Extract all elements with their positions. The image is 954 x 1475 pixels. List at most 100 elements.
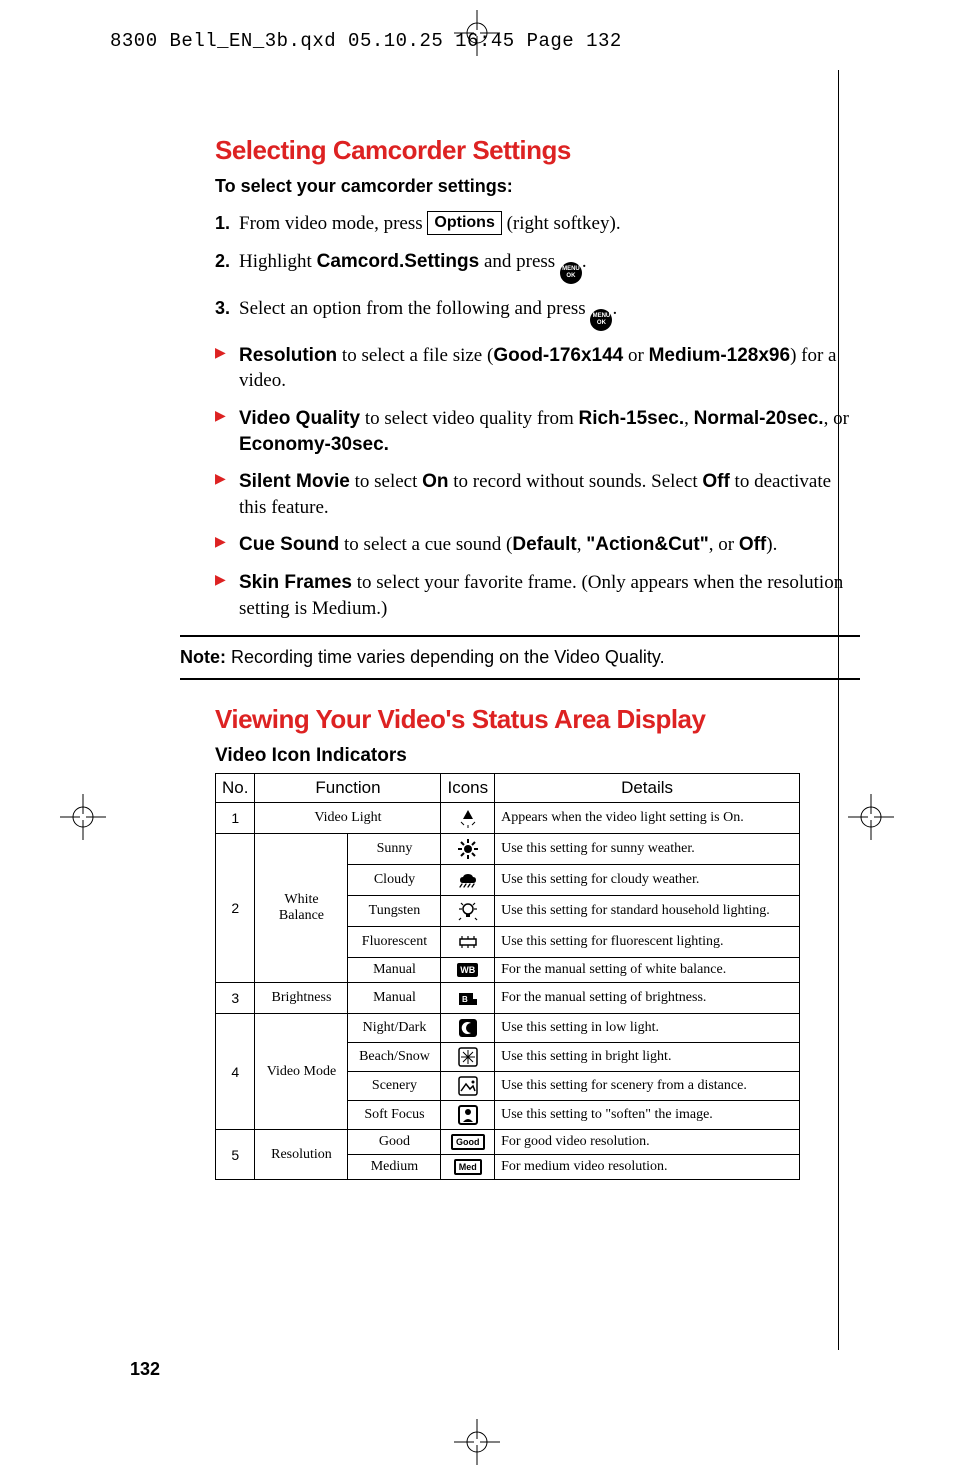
svg-text:B: B: [462, 995, 468, 1004]
bulb-icon: [441, 896, 495, 927]
step2-prefix: Highlight: [239, 251, 317, 272]
b1-opt2: Medium-128x96: [649, 345, 791, 366]
bullet-cue-sound: Cue Sound to select a cue sound (Default…: [215, 532, 855, 558]
bullet-video-quality: Video Quality to select video quality fr…: [215, 406, 855, 457]
b1-bold: Resolution: [239, 345, 337, 366]
cell-det-soft: Use this setting to "soften" the image.: [495, 1101, 800, 1130]
cell-det-bright: For the manual setting of brightness.: [495, 983, 800, 1014]
cell-sub-wb-manual: Manual: [348, 958, 441, 983]
b3-bold: Silent Movie: [239, 471, 350, 492]
th-icons: Icons: [441, 774, 495, 803]
b1-or: or: [623, 345, 648, 366]
crop-mark-bottom-icon: [454, 1419, 500, 1465]
cell-func-1: Video Light: [255, 803, 441, 834]
snow-icon: [441, 1043, 495, 1072]
th-no: No.: [216, 774, 255, 803]
cell-no-4: 4: [216, 1014, 255, 1130]
b2-bold: Video Quality: [239, 408, 360, 429]
b2-sep1: ,: [684, 408, 694, 429]
b4-opt3: Off: [739, 534, 766, 555]
brightness-icon: B: [441, 983, 495, 1014]
step2-bold: Camcord.Settings: [317, 251, 480, 272]
section1-heading: Selecting Camcorder Settings: [215, 135, 855, 166]
cell-sub-sunny: Sunny: [348, 834, 441, 865]
th-details: Details: [495, 774, 800, 803]
cell-sub-fluorescent: Fluorescent: [348, 927, 441, 958]
b1-mid: to select a file size (: [337, 345, 493, 366]
cell-det-cloudy: Use this setting for cloudy weather.: [495, 865, 800, 896]
options-softkey: Options: [427, 211, 501, 235]
scenery-icon: [441, 1072, 495, 1101]
cell-sub-bright: Manual: [348, 983, 441, 1014]
b2-mid: to select video quality from: [360, 408, 578, 429]
b1-opt1: Good-176x144: [493, 345, 623, 366]
good-res-icon: Good: [441, 1130, 495, 1155]
step-3: 3. Select an option from the following a…: [215, 296, 855, 331]
cell-det-sunny: Use this setting for sunny weather.: [495, 834, 800, 865]
note-box: Note: Recording time varies depending on…: [180, 635, 860, 680]
cell-func-3: Brightness: [255, 983, 348, 1014]
step-2: 2. Highlight Camcord.Settings and press …: [215, 249, 855, 284]
cell-sub-cloudy: Cloudy: [348, 865, 441, 896]
cell-sub-good: Good: [348, 1130, 441, 1155]
cell-det-wb-manual: For the manual setting of white balance.: [495, 958, 800, 983]
cell-no-3: 3: [216, 983, 255, 1014]
b2-opt1: Rich-15sec.: [579, 408, 685, 429]
table-row: 1 Video Light Appears when the video lig…: [216, 803, 800, 834]
step3-prefix: Select an option from the following and …: [239, 298, 590, 319]
med-res-icon: Med: [441, 1155, 495, 1180]
cell-func-5: Resolution: [255, 1130, 348, 1180]
b2-opt2: Normal-20sec.: [694, 408, 824, 429]
note-label: Note:: [180, 647, 226, 667]
crop-mark-top-icon: [454, 10, 500, 56]
step1-prefix: From video mode, press: [239, 213, 427, 234]
b4-end: ).: [766, 534, 777, 555]
b3-off: Off: [702, 471, 729, 492]
cell-det-1: Appears when the video light setting is …: [495, 803, 800, 834]
doc-header: 8300 Bell_EN_3b.qxd 05.10.25 16:45 Page …: [110, 30, 622, 52]
crop-mark-left-icon: [60, 794, 106, 840]
table-row: 2 White Balance Sunny Use this setting f…: [216, 834, 800, 865]
cell-det-tungsten: Use this setting for standard household …: [495, 896, 800, 927]
cell-det-med: For medium video resolution.: [495, 1155, 800, 1180]
cell-no-1: 1: [216, 803, 255, 834]
soft-focus-icon: [441, 1101, 495, 1130]
note-text: Recording time varies depending on the V…: [226, 647, 665, 667]
icon-indicators-table: No. Function Icons Details 1 Video Light…: [215, 773, 800, 1180]
b3-on: On: [422, 471, 448, 492]
step1-suffix: (right softkey).: [507, 213, 621, 234]
cell-det-beach: Use this setting in bright light.: [495, 1043, 800, 1072]
cell-det-fluorescent: Use this setting for fluorescent lightin…: [495, 927, 800, 958]
menu-ok-icon: MENUOK: [560, 262, 582, 284]
b4-mid: to select a cue sound (: [339, 534, 512, 555]
wb-manual-icon: WB: [441, 958, 495, 983]
section2-heading: Viewing Your Video's Status Area Display: [215, 704, 855, 735]
b4-bold: Cue Sound: [239, 534, 339, 555]
b3-mid2: to record without sounds. Select: [449, 471, 703, 492]
cell-sub-soft: Soft Focus: [348, 1101, 441, 1130]
step2-mid: and press: [484, 251, 560, 272]
moon-icon: [441, 1014, 495, 1043]
cell-det-good: For good video resolution.: [495, 1130, 800, 1155]
b4-opt1: Default: [512, 534, 576, 555]
sun-icon: [441, 834, 495, 865]
fluorescent-icon: [441, 927, 495, 958]
bullet-skin-frames: Skin Frames to select your favorite fram…: [215, 570, 855, 621]
table-row: 5 Resolution Good Good For good video re…: [216, 1130, 800, 1155]
lamp-icon: [441, 803, 495, 834]
cloud-icon: [441, 865, 495, 896]
b4-sep2: , or: [709, 534, 739, 555]
table-header-row: No. Function Icons Details: [216, 774, 800, 803]
bullet-silent-movie: Silent Movie to select On to record with…: [215, 469, 855, 520]
cell-sub-med: Medium: [348, 1155, 441, 1180]
b3-mid: to select: [350, 471, 422, 492]
cell-sub-scenery: Scenery: [348, 1072, 441, 1101]
step-1: 1. From video mode, press Options (right…: [215, 211, 855, 237]
cell-func-2: White Balance: [255, 834, 348, 983]
cell-det-night: Use this setting in low light.: [495, 1014, 800, 1043]
cell-det-scenery: Use this setting for scenery from a dist…: [495, 1072, 800, 1101]
cell-no-5: 5: [216, 1130, 255, 1180]
b4-opt2: "Action&Cut": [586, 534, 709, 555]
b5-bold: Skin Frames: [239, 572, 352, 593]
table-row: 4 Video Mode Night/Dark Use this setting…: [216, 1014, 800, 1043]
